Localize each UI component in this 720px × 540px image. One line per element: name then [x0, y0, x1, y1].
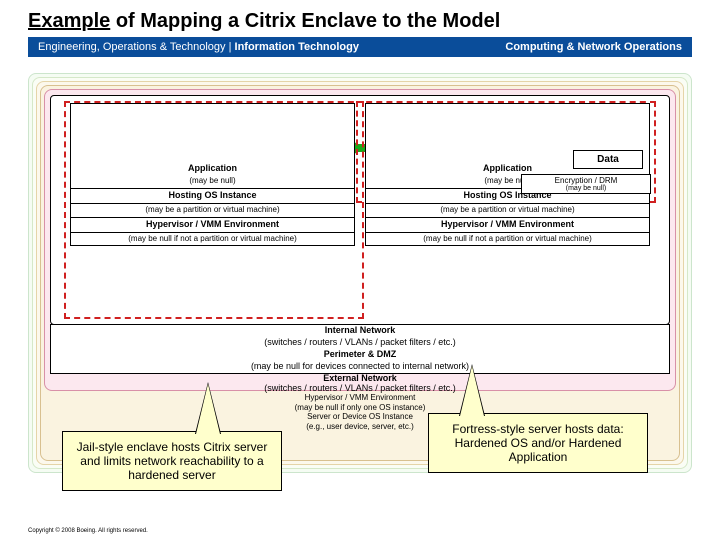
- left-hosting-os-label: Hosting OS Instance: [70, 188, 355, 204]
- right-hosting-os-sub: (may be a partition or virtual machine): [365, 203, 650, 218]
- right-hypervisor-label: Hypervisor / VMM Environment: [365, 217, 650, 233]
- subheader-bar: Engineering, Operations & Technology | I…: [28, 37, 692, 57]
- org-path: Engineering, Operations & Technology |: [38, 41, 235, 53]
- left-application-sub: (may be null): [71, 175, 354, 188]
- middle-network-stack: Internal Network (switches / routers / V…: [50, 325, 670, 395]
- subheader-right: Computing & Network Operations: [505, 41, 682, 53]
- left-hypervisor-label: Hypervisor / VMM Environment: [70, 217, 355, 233]
- left-app-box: Application (may be null): [70, 103, 355, 189]
- fortress-callout-text: Fortress-style server hosts data: Harden…: [452, 422, 623, 464]
- title-word: Example: [28, 10, 110, 32]
- encryption-drm-box: Encryption / DRM (may be null): [521, 174, 651, 194]
- encryption-drm-sub: (may be null): [522, 185, 650, 192]
- diagram-area: Application (may be null) Hosting OS Ins…: [28, 73, 692, 473]
- left-stack: Application (may be null) Hosting OS Ins…: [70, 103, 355, 246]
- fortress-callout: Fortress-style server hosts data: Harden…: [428, 413, 648, 473]
- page-title: Example of Mapping a Citrix Enclave to t…: [0, 0, 720, 37]
- jail-callout: Jail-style enclave hosts Citrix server a…: [62, 431, 282, 491]
- copyright-text: Copyright © 2008 Boeing. All rights rese…: [28, 528, 148, 534]
- subheader-left: Engineering, Operations & Technology | I…: [38, 41, 359, 53]
- encryption-drm-label: Encryption / DRM: [522, 176, 650, 185]
- internal-network-label: Internal Network: [50, 324, 670, 338]
- right-hypervisor-sub: (may be null if not a partition or virtu…: [365, 232, 650, 247]
- data-box: Data: [573, 150, 643, 169]
- jail-callout-text: Jail-style enclave hosts Citrix server a…: [77, 440, 268, 482]
- left-hosting-os-sub: (may be a partition or virtual machine): [70, 203, 355, 218]
- left-application-label: Application: [71, 162, 354, 176]
- org-unit: Information Technology: [235, 41, 359, 53]
- left-hypervisor-sub: (may be null if not a partition or virtu…: [70, 232, 355, 247]
- right-app-box: Data Encryption / DRM (may be null) Appl…: [365, 103, 650, 189]
- right-stack: Data Encryption / DRM (may be null) Appl…: [365, 103, 650, 246]
- title-rest: of Mapping a Citrix Enclave to the Model: [110, 10, 500, 32]
